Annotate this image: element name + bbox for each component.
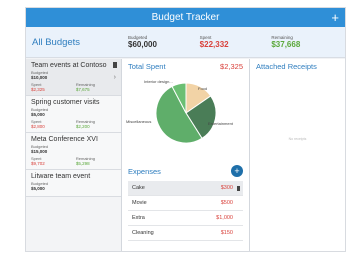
budget-card[interactable]: Litware team event Budgeted $5,000: [26, 170, 121, 197]
expense-name: Cleaning: [132, 230, 154, 236]
summary-remaining: Remaining $37,668: [267, 35, 339, 49]
spent-value: $2,800: [31, 124, 45, 129]
expense-amount: $1,000: [216, 215, 233, 221]
chevron-right-icon: ›: [113, 74, 116, 81]
summary-remaining-value: $37,668: [271, 40, 301, 49]
expense-row[interactable]: Movie $500: [128, 196, 243, 211]
budget-name: Team events at Contoso: [31, 62, 107, 69]
budgeted-value: $15,000: [31, 149, 48, 154]
summary-spent: Spent $22,332: [196, 35, 268, 49]
pie-label: Interior design...: [144, 79, 173, 84]
all-budgets-heading[interactable]: All Budgets: [32, 37, 124, 48]
app-window: Budget Tracker + All Budgets Budgeted $6…: [25, 7, 346, 252]
budget-name: Litware team event: [31, 173, 91, 180]
remaining-value: $5,298: [75, 161, 90, 166]
spending-pie-chart: Interior design... Food Entertainment Mi…: [122, 73, 250, 159]
budget-detail-panel: Total Spent $2,325 Interior design... Fo…: [122, 59, 250, 251]
expense-amount: $500: [220, 200, 233, 206]
summary-budgeted: Budgeted $60,000: [124, 35, 196, 49]
expense-row[interactable]: Cake $300: [128, 181, 243, 196]
expense-amount: $300: [220, 185, 233, 191]
budget-summary-bar: All Budgets Budgeted $60,000 Spent $22,3…: [26, 27, 345, 58]
receipt-icon: [113, 62, 117, 68]
budget-card[interactable]: Spring customer visits Budgeted $5,000 S…: [26, 96, 121, 133]
summary-budgeted-value: $60,000: [128, 40, 157, 49]
spent-value: $2,325: [31, 87, 45, 92]
expense-row[interactable]: Extra $1,000: [128, 211, 243, 226]
add-expense-button[interactable]: +: [231, 165, 243, 177]
expense-row[interactable]: Cleaning $150: [128, 226, 243, 241]
pie-svg: [155, 82, 217, 144]
budget-list: Team events at Contoso › Budgeted $10,00…: [26, 59, 122, 251]
expense-name: Cake: [132, 185, 145, 191]
budget-card[interactable]: Meta Conference XVI Budgeted $15,000 Spe…: [26, 133, 121, 170]
total-spent-label: Total Spent: [128, 62, 166, 71]
expense-amount: $150: [220, 230, 233, 236]
budgeted-value: $5,000: [31, 112, 45, 117]
remaining-value: $7,675: [75, 87, 90, 92]
budget-name: Meta Conference XVI: [31, 136, 98, 143]
budget-name: Spring customer visits: [31, 99, 100, 106]
pie-label: Food: [198, 86, 208, 91]
expenses-label: Expenses: [128, 166, 161, 176]
pie-label: Miscellaneous: [126, 119, 152, 124]
spent-value: $9,702: [31, 161, 45, 166]
expense-list: Cake $300 Movie $500 Extra $1,000 Cleani…: [128, 181, 243, 241]
add-budget-icon[interactable]: +: [331, 8, 339, 27]
budgeted-value: $5,000: [31, 186, 45, 191]
receipt-icon: [237, 186, 240, 191]
budget-card[interactable]: Team events at Contoso › Budgeted $10,00…: [26, 59, 121, 96]
attached-receipts-label: Attached Receipts: [256, 62, 317, 71]
expense-name: Extra: [132, 215, 145, 221]
summary-spent-value: $22,332: [199, 40, 229, 49]
no-receipts-text: No receipts: [288, 137, 307, 141]
remaining-value: $2,200: [75, 124, 90, 129]
total-spent-amount: $2,325: [220, 62, 243, 71]
expense-name: Movie: [132, 200, 147, 206]
title-bar: Budget Tracker +: [26, 8, 345, 27]
budgeted-value: $10,000: [31, 75, 48, 80]
pie-label: Entertainment: [208, 121, 233, 126]
receipts-panel: Attached Receipts No receipts: [250, 59, 345, 251]
app-title: Budget Tracker: [151, 12, 220, 23]
